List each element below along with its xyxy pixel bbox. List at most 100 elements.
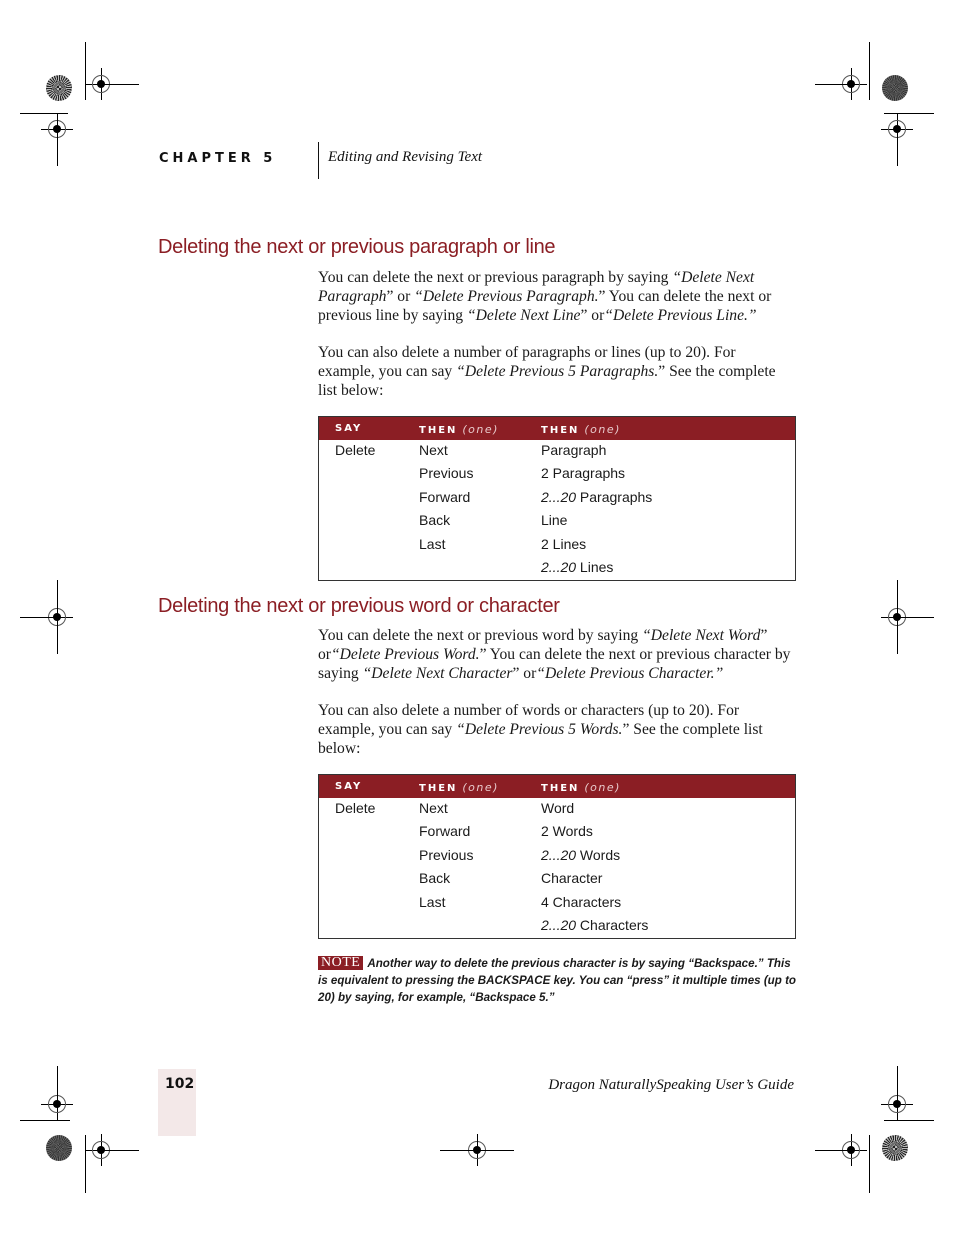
table-cell: Next <box>419 442 448 458</box>
column-header-qualifier: (one) <box>462 423 499 436</box>
crop-line <box>57 113 58 166</box>
range-value: 2...20 <box>541 917 577 933</box>
crop-line <box>897 617 934 618</box>
book-title: Dragon NaturallySpeaking User’s Guide <box>548 1077 794 1093</box>
table-cell: Back <box>419 870 451 887</box>
cell-text: Lines <box>576 559 614 575</box>
crop-line <box>57 1066 58 1104</box>
section-heading-word-character: Deleting the next or previous word or ch… <box>158 595 560 617</box>
crop-line <box>101 1150 139 1151</box>
table-cell: Last <box>419 535 446 552</box>
quoted-command: “Delete Previous Character.” <box>536 664 724 682</box>
table-cell: Character <box>541 870 602 886</box>
range-value: 2...20 <box>541 846 577 863</box>
cell-text: Characters <box>576 917 649 933</box>
text-run: ” or <box>386 287 415 305</box>
table-cell: Back <box>419 512 451 529</box>
table-cell: Delete <box>335 442 376 458</box>
color-calibration-starburst-icon <box>46 1135 72 1161</box>
table-cell: Previous <box>419 846 474 863</box>
table-cell: 4 Characters <box>541 894 621 910</box>
quoted-command: “Delete Previous Word. <box>331 645 480 663</box>
table-cell: Previous <box>419 465 474 482</box>
crop-line <box>869 42 870 100</box>
chapter-title: Editing and Revising Text <box>328 149 483 165</box>
command-table-paragraph-line: SAY THEN (one) THEN (one) Delete Next Previous F… <box>318 416 796 581</box>
table-cell: Next <box>419 800 448 816</box>
table-cell: 2...20 Characters <box>541 917 648 933</box>
text-run: ” or <box>580 306 605 324</box>
crop-line <box>57 580 58 654</box>
column-header: THEN (one) <box>419 423 499 436</box>
table-cell: 2...20 Paragraphs <box>541 489 652 505</box>
table-cell: 2...20 Words <box>541 847 620 863</box>
crop-line <box>85 1135 86 1193</box>
column-header-label: THEN <box>541 783 580 794</box>
quoted-command: “Delete Previous 5 Words. <box>456 720 623 738</box>
range-value: 2...20 <box>541 488 577 505</box>
table-cell: Line <box>541 512 567 528</box>
quoted-command: “Delete Previous Paragraph. <box>414 287 599 305</box>
crop-line <box>20 1120 70 1121</box>
column-header-label: THEN <box>541 425 580 436</box>
column-header: THEN (one) <box>419 781 499 794</box>
table-cell: 2 Words <box>541 823 593 839</box>
column-header-qualifier: (one) <box>584 423 621 436</box>
color-calibration-starburst-icon <box>882 75 908 101</box>
text-run: ” or <box>512 664 537 682</box>
cell-text: Word <box>541 800 575 816</box>
table-cell: Paragraph <box>541 442 606 458</box>
table-header-row: SAY THEN (one) THEN (one) <box>319 417 795 440</box>
cell-text: 2 Paragraphs <box>541 465 626 482</box>
crop-line <box>897 129 898 166</box>
section-heading-paragraph-line: Deleting the next or previous paragraph … <box>158 236 556 258</box>
cell-text: 2 Words <box>541 823 593 840</box>
text-run: You can delete the next or previous para… <box>318 269 673 286</box>
table-cell: Forward <box>419 488 471 505</box>
table-cell: 2...20 Lines <box>541 559 613 575</box>
column-header-qualifier: (one) <box>584 781 621 794</box>
table-cell: Last <box>419 893 446 910</box>
command-table-word-character: SAY THEN (one) THEN (one) Delete Next Forward Pr… <box>318 774 796 939</box>
crop-line <box>815 1150 851 1151</box>
quoted-command: “Delete Previous 5 Paragraphs. <box>456 362 659 380</box>
crop-line <box>815 84 851 85</box>
cell-text: Character <box>541 870 603 887</box>
note-badge: NOTE <box>318 956 364 970</box>
crop-line <box>477 1135 478 1157</box>
column-header: SAY <box>335 423 362 434</box>
quoted-command: “Delete Next Character <box>362 664 513 682</box>
column-header: SAY <box>335 781 362 792</box>
column-header: THEN (one) <box>541 423 621 436</box>
body-paragraph: You can also delete a number of paragrap… <box>318 344 793 400</box>
body-paragraph: You can delete the next or previous para… <box>318 269 793 325</box>
quoted-command: “Delete Next Line <box>467 306 581 324</box>
column-header: THEN (one) <box>541 781 621 794</box>
color-calibration-starburst-icon <box>46 75 72 101</box>
column-header-label: THEN <box>419 425 458 436</box>
crop-line <box>20 617 57 618</box>
quoted-command: “Delete Previous Line.” <box>604 306 757 324</box>
column-header-label: SAY <box>335 423 363 434</box>
table-cell: 2 Paragraphs <box>541 465 625 481</box>
column-header-qualifier: (one) <box>462 781 499 794</box>
cell-text: 4 Characters <box>541 893 622 910</box>
chapter-label: CHAPTER 5 <box>159 151 277 166</box>
column-header-label: SAY <box>335 781 363 792</box>
header-divider <box>318 142 319 179</box>
table-cell: Word <box>541 800 574 816</box>
crop-line <box>884 1120 934 1121</box>
table-cell: Forward <box>419 823 471 840</box>
cell-text: 2 Lines <box>541 535 587 552</box>
cell-text: Line <box>541 512 568 529</box>
body-paragraph: You can also delete a number of words or… <box>318 702 793 758</box>
column-header-label: THEN <box>419 783 458 794</box>
text-run: You can delete the next or previous word… <box>318 627 643 644</box>
body-paragraph: You can delete the next or previous word… <box>318 627 793 683</box>
table-cell: Delete <box>335 800 376 816</box>
table-header-row: SAY THEN (one) THEN (one) <box>319 775 795 798</box>
cell-text: Words <box>576 846 621 863</box>
crop-line <box>869 1135 870 1193</box>
color-calibration-starburst-icon <box>882 1135 908 1161</box>
table-cell: 2 Lines <box>541 536 586 552</box>
